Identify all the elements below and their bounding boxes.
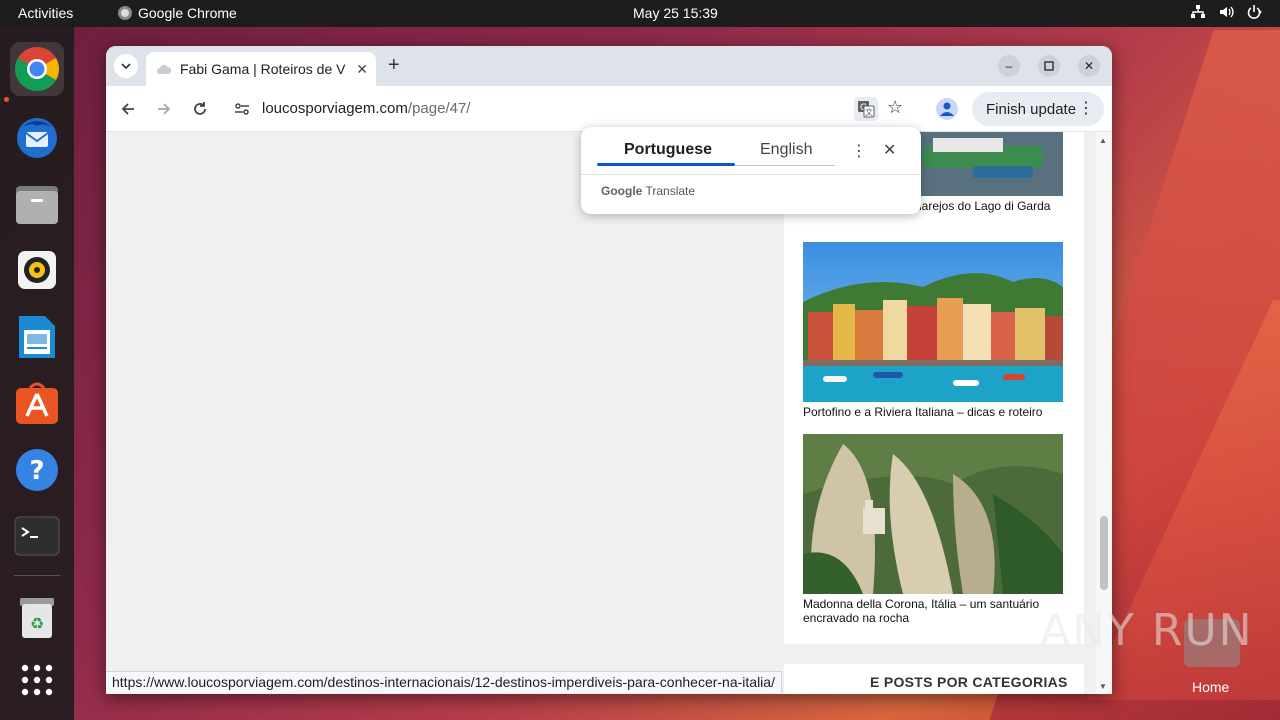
svg-text:文: 文 — [865, 107, 873, 117]
translate-options-icon[interactable]: ⋮ — [851, 141, 867, 161]
address-bar[interactable]: loucosporviagem.com/page/47/ — [224, 93, 844, 125]
chrome-small-icon — [118, 6, 132, 20]
site-settings-icon[interactable] — [234, 101, 250, 117]
post-caption-text: Portofino e a Riviera Italiana – dicas e… — [803, 405, 1043, 419]
browser-tab[interactable]: Fabi Gama | Roteiros de V ✕ — [146, 52, 376, 86]
bookmark-star-icon[interactable]: ☆ — [887, 97, 903, 118]
post-image[interactable] — [803, 242, 1063, 402]
files-icon[interactable] — [10, 177, 64, 231]
close-icon[interactable]: ✕ — [883, 140, 896, 160]
tab-english[interactable]: English — [760, 141, 812, 159]
scroll-up-arrow-icon[interactable]: ▲ — [1099, 136, 1107, 145]
tab-title: Fabi Gama | Roteiros de V — [180, 61, 346, 77]
tab-baseline — [735, 165, 835, 166]
brand-google: Google — [601, 184, 643, 198]
url-text: loucosporviagem.com/page/47/ — [262, 100, 470, 117]
app-menu[interactable]: Google Chrome — [118, 5, 237, 21]
post-title-link[interactable]: Portofino e a Riviera Italiana – dicas e… — [803, 405, 1073, 419]
maximize-icon — [1044, 61, 1054, 71]
back-button[interactable] — [117, 98, 139, 120]
post-caption-text: Madonna della Corona, Itália – um santuá… — [803, 597, 1040, 625]
network-icon — [1191, 5, 1205, 18]
url-domain: loucosporviagem.com — [262, 100, 408, 117]
arrow-right-icon — [158, 103, 171, 115]
svg-text:♻: ♻ — [30, 614, 44, 633]
top-bar: Activities Google Chrome May 25 15:39 — [0, 0, 1280, 27]
translate-popup: Portuguese English ⋮ ✕ Google Translate — [581, 127, 921, 214]
tab-strip: Fabi Gama | Roteiros de V ✕ + – ✕ — [106, 46, 1112, 86]
home-folder-label[interactable]: Home — [1192, 679, 1229, 695]
google-translate-brand: Google Translate — [601, 184, 695, 198]
arrow-left-icon — [121, 103, 134, 115]
trash-icon[interactable]: ♻ — [10, 591, 64, 645]
maximize-button[interactable] — [1038, 55, 1060, 77]
popup-divider — [581, 174, 921, 175]
rhythmbox-icon[interactable] — [10, 243, 64, 297]
tab-portuguese[interactable]: Portuguese — [624, 141, 712, 159]
active-tab-indicator — [597, 163, 735, 166]
svg-text:?: ? — [29, 456, 44, 486]
tab-close-icon[interactable]: ✕ — [356, 61, 368, 78]
finish-update-label: Finish update — [986, 100, 1077, 118]
app-center-icon[interactable] — [10, 376, 64, 430]
chevron-down-icon — [121, 63, 131, 69]
watermark-text: ANY RUN — [1040, 605, 1254, 656]
translate-icon: G文 — [858, 101, 875, 118]
clock[interactable]: May 25 15:39 — [633, 5, 718, 21]
running-indicator — [4, 97, 9, 102]
help-icon[interactable]: ? — [10, 443, 64, 497]
activities-button[interactable]: Activities — [18, 5, 73, 21]
categories-heading: E POSTS POR CATEGORIAS — [870, 674, 1068, 690]
page-content: s vilarejos do Lago di Garda Portofino e… — [106, 132, 1112, 694]
profile-avatar[interactable] — [936, 98, 958, 120]
power-icon — [1247, 5, 1262, 19]
anyrun-watermark: ANY RUN — [1040, 605, 1254, 656]
volume-icon — [1220, 6, 1234, 18]
brand-translate: Translate — [645, 184, 696, 198]
reload-icon — [194, 102, 206, 115]
scroll-thumb[interactable] — [1100, 516, 1108, 590]
chrome-menu-icon[interactable]: ⋮ — [1078, 98, 1094, 118]
translate-button[interactable]: G文 — [854, 97, 878, 121]
person-icon — [940, 102, 954, 116]
widget-gap — [784, 644, 1084, 664]
post-title-link[interactable]: Madonna della Corona, Itália – um santuá… — [803, 597, 1073, 625]
app-grid-icon[interactable] — [10, 653, 64, 707]
minimize-button[interactable]: – — [998, 55, 1020, 77]
system-tray[interactable] — [1190, 4, 1262, 20]
terminal-icon[interactable] — [10, 509, 64, 563]
reload-button[interactable] — [189, 98, 211, 120]
cloud-icon — [157, 64, 172, 74]
post-image[interactable] — [803, 434, 1063, 594]
close-window-button[interactable]: ✕ — [1078, 55, 1100, 77]
tab-search-button[interactable] — [114, 54, 138, 78]
url-path: /page/47/ — [407, 100, 471, 117]
dock: ? ♻ — [0, 27, 74, 720]
forward-button[interactable] — [153, 98, 175, 120]
browser-toolbar: loucosporviagem.com/page/47/ G文 ☆ Finish… — [106, 86, 1112, 132]
thunderbird-icon[interactable] — [10, 109, 64, 163]
dock-separator — [14, 575, 60, 576]
writer-icon[interactable] — [10, 310, 64, 364]
new-tab-button[interactable]: + — [388, 54, 400, 77]
status-bubble-url: https://www.loucosporviagem.com/destinos… — [106, 671, 782, 693]
recent-posts-sidebar: s vilarejos do Lago di Garda Portofino e… — [784, 132, 1084, 694]
scroll-down-arrow-icon[interactable]: ▼ — [1099, 682, 1107, 691]
finish-update-button[interactable]: Finish update ⋮ — [972, 92, 1104, 126]
chrome-icon[interactable] — [10, 42, 64, 96]
app-name: Google Chrome — [138, 5, 237, 21]
